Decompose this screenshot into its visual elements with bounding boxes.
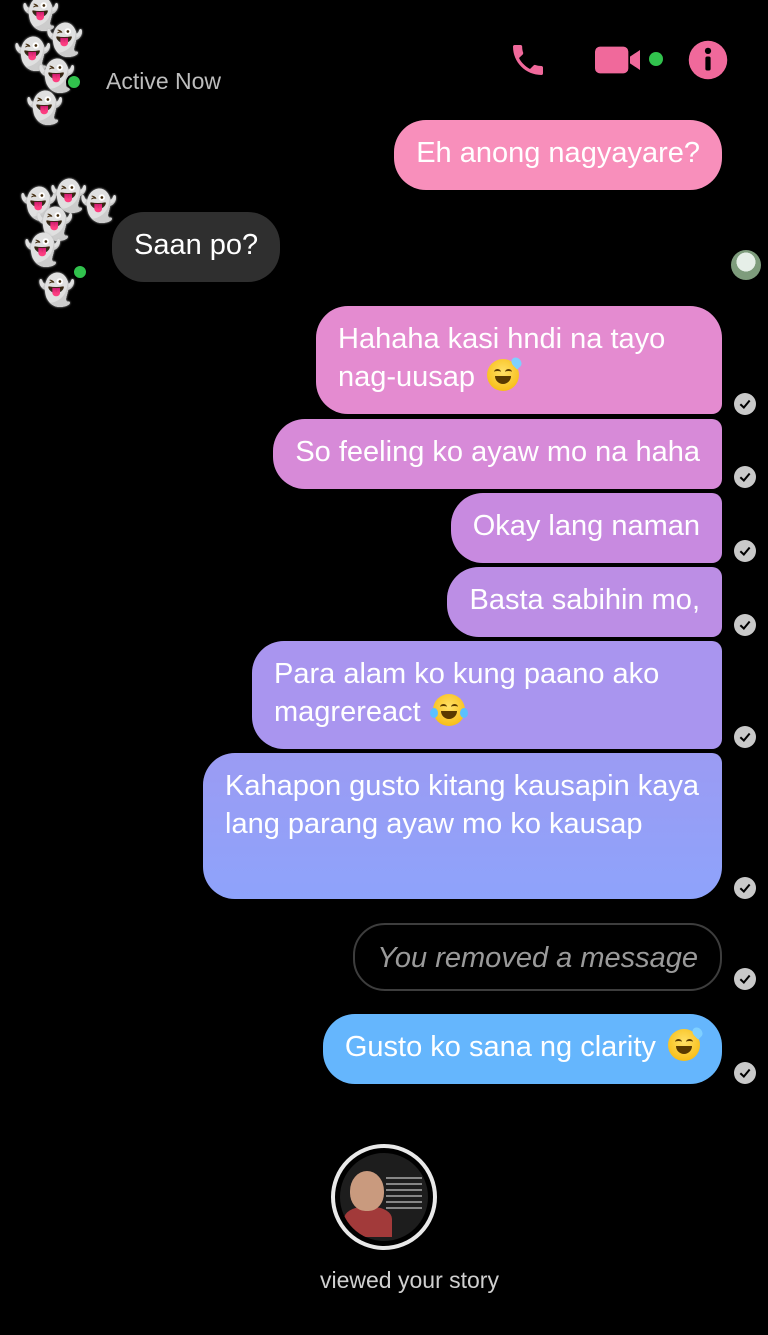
ghost-icon: 👻 <box>46 23 84 58</box>
ghost-icon: 👻 <box>26 91 64 126</box>
contact-avatar[interactable]: 👻 👻 👻 👻 👻 👻 <box>16 180 118 320</box>
active-status-text: Active Now <box>106 68 222 94</box>
message-text: Saan po? <box>134 229 259 261</box>
online-status-dot <box>66 74 82 90</box>
ghost-icon: 👻 <box>24 233 62 268</box>
message-bubble-sent[interactable]: Okay lang naman <box>450 493 722 563</box>
call-button[interactable] <box>506 38 550 82</box>
info-button[interactable] <box>686 38 730 82</box>
message-bubble-sent[interactable]: Para alam ko kung paano ako magrereact <box>252 641 722 749</box>
sent-check-icon <box>734 726 756 748</box>
video-call-button[interactable] <box>594 38 646 82</box>
story-person-face <box>350 1171 384 1211</box>
message-bubble-sent[interactable]: So feeling ko ayaw mo na haha <box>273 419 722 489</box>
grinning-sweat-emoji <box>487 355 524 391</box>
message-bubble-received[interactable]: Saan po? <box>112 212 281 282</box>
story-image <box>340 1153 428 1241</box>
info-icon <box>688 40 728 80</box>
message-bubble-sent[interactable]: Eh anong nagyayare? <box>394 120 722 190</box>
message-text: Para alam ko kung paano ako magrereact <box>274 658 660 728</box>
sent-check-icon <box>734 393 756 415</box>
online-status-dot <box>72 264 88 280</box>
story-viewed-caption: viewed your story <box>320 1267 499 1293</box>
sent-check-icon <box>734 614 756 636</box>
online-status-dot <box>649 52 663 66</box>
message-text: Basta sabihin mo, <box>469 584 700 616</box>
message-text: Eh anong nagyayare? <box>416 137 700 169</box>
message-text: You removed a message <box>377 942 698 974</box>
story-person-shirt <box>344 1207 392 1237</box>
sent-check-icon <box>734 1062 756 1084</box>
phone-icon <box>513 45 543 75</box>
contact-avatar[interactable]: 👻 👻 👻 👻 👻 <box>10 0 100 130</box>
story-thumbnail[interactable] <box>331 1144 437 1250</box>
read-receipt-avatar <box>731 250 761 280</box>
story-text-block <box>386 1177 422 1213</box>
sent-check-icon <box>734 540 756 562</box>
tears-of-joy-emoji <box>429 694 468 726</box>
ghost-icon: 👻 <box>38 273 76 308</box>
message-bubble-sent[interactable]: Gusto ko sana ng clarity <box>322 1014 722 1084</box>
message-text: So feeling ko ayaw mo na haha <box>295 436 700 468</box>
message-bubble-sent[interactable]: Basta sabihin mo, <box>447 567 722 637</box>
sent-check-icon <box>734 877 756 899</box>
message-text: Kahapon gusto kitang kausapin kaya lang … <box>225 770 700 840</box>
removed-message[interactable]: You removed a message <box>353 923 722 991</box>
sent-check-icon <box>734 466 756 488</box>
ghost-icon: 👻 <box>80 189 118 224</box>
message-text: Okay lang naman <box>472 510 700 542</box>
message-bubble-sent[interactable]: Kahapon gusto kitang kausapin kaya lang … <box>203 753 722 899</box>
message-text: Gusto ko sana ng clarity <box>344 1031 656 1063</box>
grinning-sweat-emoji <box>668 1025 705 1061</box>
message-bubble-sent[interactable]: Hahaha kasi hndi na tayo nag-uusap <box>316 306 722 414</box>
sent-check-icon <box>734 968 756 990</box>
video-camera-icon <box>595 46 640 74</box>
